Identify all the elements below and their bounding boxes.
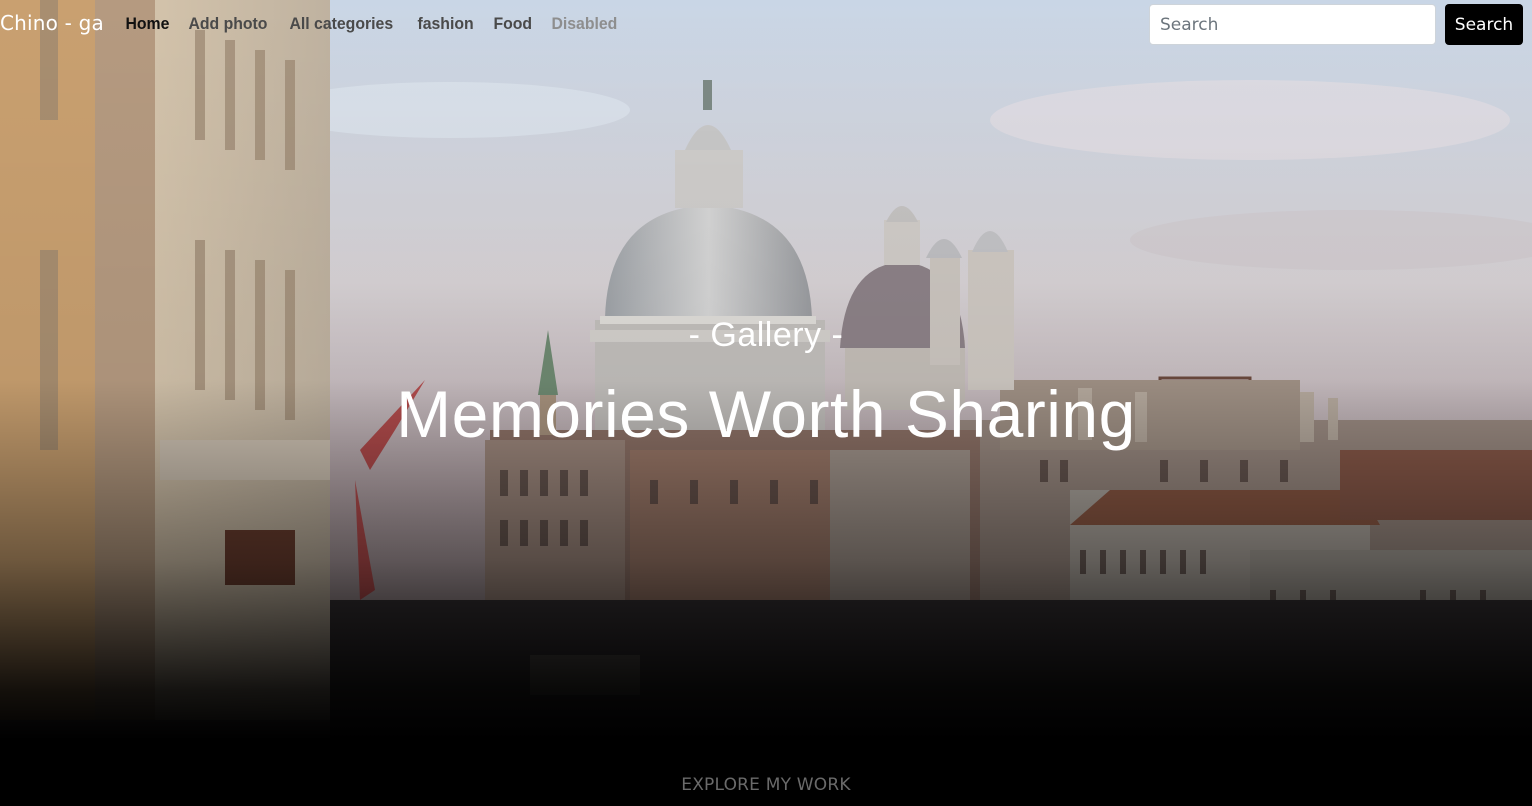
hero-section: - Gallery - Memories Worth Sharing EXPLO… <box>0 0 1532 806</box>
nav-item-all-categories: All categories <box>282 13 410 35</box>
explore-link[interactable]: EXPLORE MY WORK <box>0 775 1532 795</box>
nav-item-fashion: fashion <box>410 13 486 35</box>
nav-link-fashion[interactable]: fashion <box>410 13 481 35</box>
search-input[interactable] <box>1149 4 1436 45</box>
top-navbar: Chino - ga Home Add photo All categories… <box>0 0 1532 50</box>
nav-link-add-photo[interactable]: Add photo <box>181 13 275 35</box>
brand-logo[interactable]: Chino - ga <box>0 11 104 35</box>
nav-item-add-photo: Add photo <box>181 13 282 35</box>
nav-link-home[interactable]: Home <box>118 13 177 35</box>
nav-link-disabled: Disabled <box>551 14 618 33</box>
hero-title: Memories Worth Sharing <box>396 377 1136 451</box>
search-button[interactable]: Search <box>1445 4 1523 45</box>
main-nav: Home Add photo All categories fashion Fo… <box>118 13 631 35</box>
nav-link-food[interactable]: Food <box>486 13 540 35</box>
nav-link-all-categories[interactable]: All categories <box>282 13 401 35</box>
nav-item-home: Home <box>118 13 181 35</box>
nav-item-food: Food <box>486 13 544 35</box>
nav-item-disabled: Disabled <box>544 13 631 35</box>
hero-kicker: - Gallery - <box>688 316 844 354</box>
